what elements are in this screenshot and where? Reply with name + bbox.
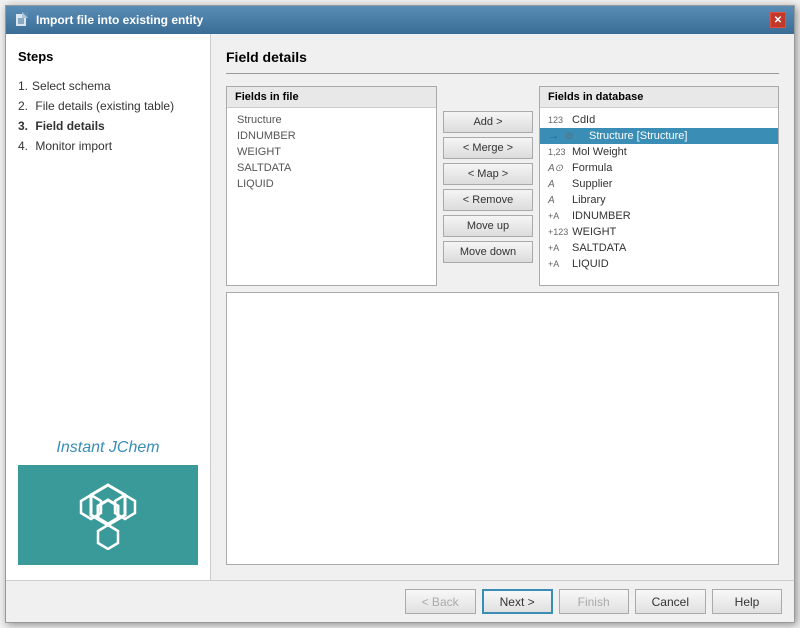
fields-in-db-box: Fields in database 123 CdId → ⊙ bbox=[539, 86, 779, 286]
step-2: 2. File details (existing table) bbox=[18, 96, 198, 116]
finish-button[interactable]: Finish bbox=[559, 589, 629, 614]
merge-button[interactable]: < Merge > bbox=[443, 137, 533, 159]
field-detail-bottom bbox=[226, 292, 779, 565]
supplier-type-icon: A bbox=[548, 179, 568, 190]
move-up-button[interactable]: Move up bbox=[443, 215, 533, 237]
add-button[interactable]: Add > bbox=[443, 111, 533, 133]
step-3-label: Field details bbox=[35, 119, 104, 133]
file-field-structure[interactable]: Structure bbox=[227, 112, 436, 128]
help-button[interactable]: Help bbox=[712, 589, 782, 614]
import-dialog: Import file into existing entity ✕ Steps… bbox=[5, 5, 795, 623]
db-field-molweight[interactable]: 1,23 Mol Weight bbox=[540, 144, 778, 160]
title-bar-left: Import file into existing entity bbox=[14, 12, 203, 28]
file-field-weight[interactable]: WEIGHT bbox=[227, 144, 436, 160]
fields-in-file-box: Fields in file Structure IDNUMBER WEIGHT… bbox=[226, 86, 437, 286]
saltdata-type-icon: +A bbox=[548, 243, 568, 253]
top-section: Fields in file Structure IDNUMBER WEIGHT… bbox=[226, 86, 779, 286]
db-field-structure[interactable]: → ⊙ Structure [Structure] bbox=[540, 128, 778, 144]
db-field-liquid[interactable]: +A LIQUID bbox=[540, 256, 778, 272]
content-area: Steps 1. Select schema 2. File details (e… bbox=[6, 34, 794, 580]
liquid-type-icon: +A bbox=[548, 259, 568, 269]
db-field-formula[interactable]: A⊙ Formula bbox=[540, 160, 778, 176]
steps-list: 1. Select schema 2. File details (existin… bbox=[18, 76, 198, 156]
fields-in-db-list[interactable]: 123 CdId → ⊙ Structure [Structure] bbox=[540, 108, 778, 285]
cdid-type-icon: 123 bbox=[548, 115, 568, 125]
structure-arrow-icon: → bbox=[548, 130, 559, 142]
dialog-title: Import file into existing entity bbox=[36, 13, 203, 27]
brand-name: Instant JChem bbox=[18, 439, 198, 457]
step-1-num: 1. bbox=[18, 79, 28, 93]
step-1: 1. Select schema bbox=[18, 76, 198, 96]
dialog-icon bbox=[14, 12, 30, 28]
db-field-supplier[interactable]: A Supplier bbox=[540, 176, 778, 192]
weight-type-icon: +123 bbox=[548, 227, 568, 237]
molweight-type-icon: 1,23 bbox=[548, 147, 568, 157]
db-field-weight[interactable]: +123 WEIGHT bbox=[540, 224, 778, 240]
sidebar-brand: Instant JChem bbox=[18, 439, 198, 565]
file-field-idnumber[interactable]: IDNUMBER bbox=[227, 128, 436, 144]
db-field-weight-label: WEIGHT bbox=[572, 226, 616, 238]
remove-button[interactable]: < Remove bbox=[443, 189, 533, 211]
db-field-formula-label: Formula bbox=[572, 162, 612, 174]
file-field-saltdata[interactable]: SALTDATA bbox=[227, 160, 436, 176]
footer: < Back Next > Finish Cancel Help bbox=[6, 580, 794, 622]
db-field-saltdata[interactable]: +A SALTDATA bbox=[540, 240, 778, 256]
fields-in-file-list[interactable]: Structure IDNUMBER WEIGHT SALTDATA LIQUI… bbox=[227, 108, 436, 285]
action-buttons: Add > < Merge > < Map > < Remove Move up… bbox=[443, 86, 533, 286]
map-button[interactable]: < Map > bbox=[443, 163, 533, 185]
db-field-cdid[interactable]: 123 CdId bbox=[540, 112, 778, 128]
next-button[interactable]: Next > bbox=[482, 589, 553, 614]
db-field-idnumber-label: IDNUMBER bbox=[572, 210, 631, 222]
step-4-label: Monitor import bbox=[35, 139, 112, 153]
panel-title: Field details bbox=[226, 49, 779, 74]
db-field-supplier-label: Supplier bbox=[572, 178, 612, 190]
db-field-saltdata-label: SALTDATA bbox=[572, 242, 626, 254]
db-field-idnumber[interactable]: +A IDNUMBER bbox=[540, 208, 778, 224]
title-bar: Import file into existing entity ✕ bbox=[6, 6, 794, 34]
brand-logo-icon bbox=[73, 480, 143, 550]
close-button[interactable]: ✕ bbox=[770, 12, 786, 28]
db-field-molweight-label: Mol Weight bbox=[572, 146, 627, 158]
sidebar: Steps 1. Select schema 2. File details (e… bbox=[6, 34, 211, 580]
fields-in-file-header: Fields in file bbox=[227, 87, 436, 108]
idnumber-type-icon: +A bbox=[548, 211, 568, 221]
back-button[interactable]: < Back bbox=[405, 589, 476, 614]
step-4: 4. Monitor import bbox=[18, 136, 198, 156]
formula-type-icon: A⊙ bbox=[548, 163, 568, 174]
step-2-label: File details (existing table) bbox=[35, 99, 174, 113]
step-3: 3. Field details bbox=[18, 116, 198, 136]
steps-title: Steps bbox=[18, 49, 198, 64]
brand-logo bbox=[18, 465, 198, 565]
fields-in-db-header: Fields in database bbox=[540, 87, 778, 108]
db-field-library-label: Library bbox=[572, 194, 606, 206]
db-field-liquid-label: LIQUID bbox=[572, 258, 609, 270]
step-3-num: 3. bbox=[18, 119, 28, 133]
file-field-liquid[interactable]: LIQUID bbox=[227, 176, 436, 192]
db-field-library[interactable]: A Library bbox=[540, 192, 778, 208]
step-1-label: Select schema bbox=[32, 79, 111, 93]
db-field-structure-label: Structure [Structure] bbox=[589, 130, 687, 142]
main-panel: Field details Fields in file Structure I… bbox=[211, 34, 794, 580]
step-2-num: 2. bbox=[18, 99, 28, 113]
structure-type-icon: ⊙ bbox=[565, 131, 585, 142]
library-type-icon: A bbox=[548, 195, 568, 206]
cancel-button[interactable]: Cancel bbox=[635, 589, 706, 614]
db-field-cdid-label: CdId bbox=[572, 114, 595, 126]
move-down-button[interactable]: Move down bbox=[443, 241, 533, 263]
field-detail-area: Fields in file Structure IDNUMBER WEIGHT… bbox=[226, 86, 779, 565]
step-4-num: 4. bbox=[18, 139, 28, 153]
